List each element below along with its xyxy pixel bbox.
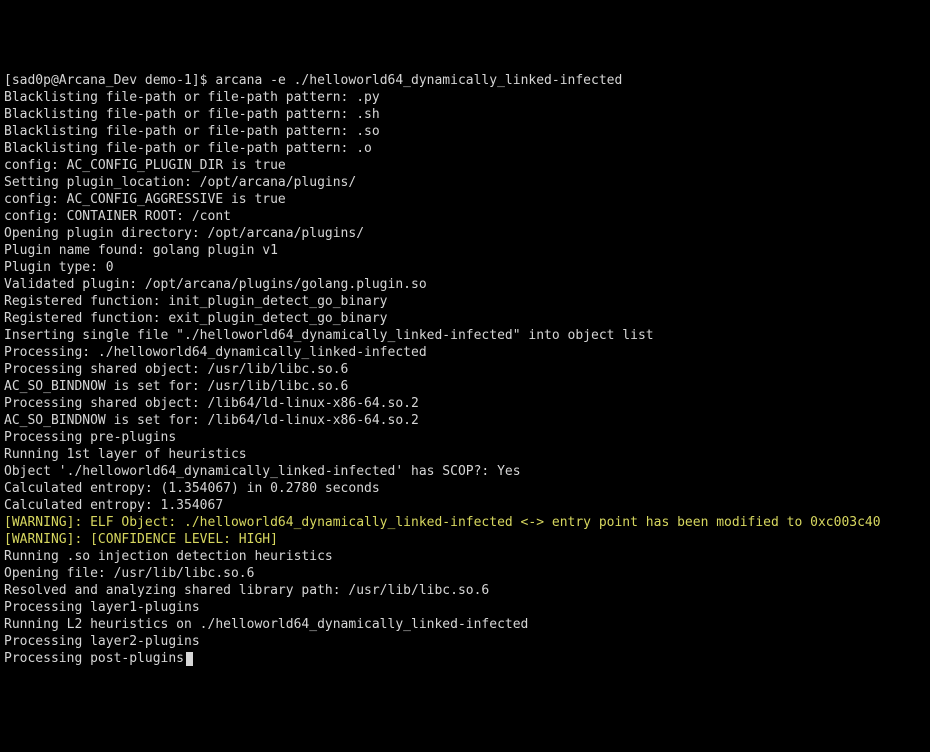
output-line: config: CONTAINER ROOT: /cont (4, 208, 926, 225)
cursor (186, 652, 193, 666)
output-line: Processing post-plugins (4, 650, 926, 667)
output-line: Calculated entropy: (1.354067) in 0.2780… (4, 480, 926, 497)
output-line: Processing shared object: /lib64/ld-linu… (4, 395, 926, 412)
output-line: Inserting single file "./helloworld64_dy… (4, 327, 926, 344)
warning-line: [WARNING]: [CONFIDENCE LEVEL: HIGH] (4, 531, 926, 548)
output-line: config: AC_CONFIG_PLUGIN_DIR is true (4, 157, 926, 174)
output-line: Processing layer1-plugins (4, 599, 926, 616)
output-line: config: AC_CONFIG_AGGRESSIVE is true (4, 191, 926, 208)
output-line: Blacklisting file-path or file-path patt… (4, 123, 926, 140)
output-line: Calculated entropy: 1.354067 (4, 497, 926, 514)
output-line: Resolved and analyzing shared library pa… (4, 582, 926, 599)
output-line: Processing layer2-plugins (4, 633, 926, 650)
output-line: Opening file: /usr/lib/libc.so.6 (4, 565, 926, 582)
output-line: Registered function: init_plugin_detect_… (4, 293, 926, 310)
shell-prompt: [sad0p@Arcana_Dev demo-1]$ (4, 73, 215, 88)
output-line: Processing: ./helloworld64_dynamically_l… (4, 344, 926, 361)
output-line: Plugin name found: golang plugin v1 (4, 242, 926, 259)
output-line: Processing pre-plugins (4, 429, 926, 446)
output-line: Plugin type: 0 (4, 259, 926, 276)
output-line: AC_SO_BINDNOW is set for: /lib64/ld-linu… (4, 412, 926, 429)
output-line: Blacklisting file-path or file-path patt… (4, 140, 926, 157)
output-line: Running .so injection detection heuristi… (4, 548, 926, 565)
output-line: Object './helloworld64_dynamically_linke… (4, 463, 926, 480)
output-line: Blacklisting file-path or file-path patt… (4, 106, 926, 123)
terminal-output[interactable]: [sad0p@Arcana_Dev demo-1]$ arcana -e ./h… (4, 72, 926, 667)
output-line: Setting plugin_location: /opt/arcana/plu… (4, 174, 926, 191)
output-line: Running L2 heuristics on ./helloworld64_… (4, 616, 926, 633)
output-line: Validated plugin: /opt/arcana/plugins/go… (4, 276, 926, 293)
output-line: AC_SO_BINDNOW is set for: /usr/lib/libc.… (4, 378, 926, 395)
warning-line: [WARNING]: ELF Object: ./helloworld64_dy… (4, 514, 926, 531)
entered-command: arcana -e ./helloworld64_dynamically_lin… (215, 73, 622, 88)
output-line: Running 1st layer of heuristics (4, 446, 926, 463)
prompt-line[interactable]: [sad0p@Arcana_Dev demo-1]$ arcana -e ./h… (4, 72, 926, 89)
output-line: Registered function: exit_plugin_detect_… (4, 310, 926, 327)
output-line: Opening plugin directory: /opt/arcana/pl… (4, 225, 926, 242)
output-line: Blacklisting file-path or file-path patt… (4, 89, 926, 106)
output-line: Processing shared object: /usr/lib/libc.… (4, 361, 926, 378)
